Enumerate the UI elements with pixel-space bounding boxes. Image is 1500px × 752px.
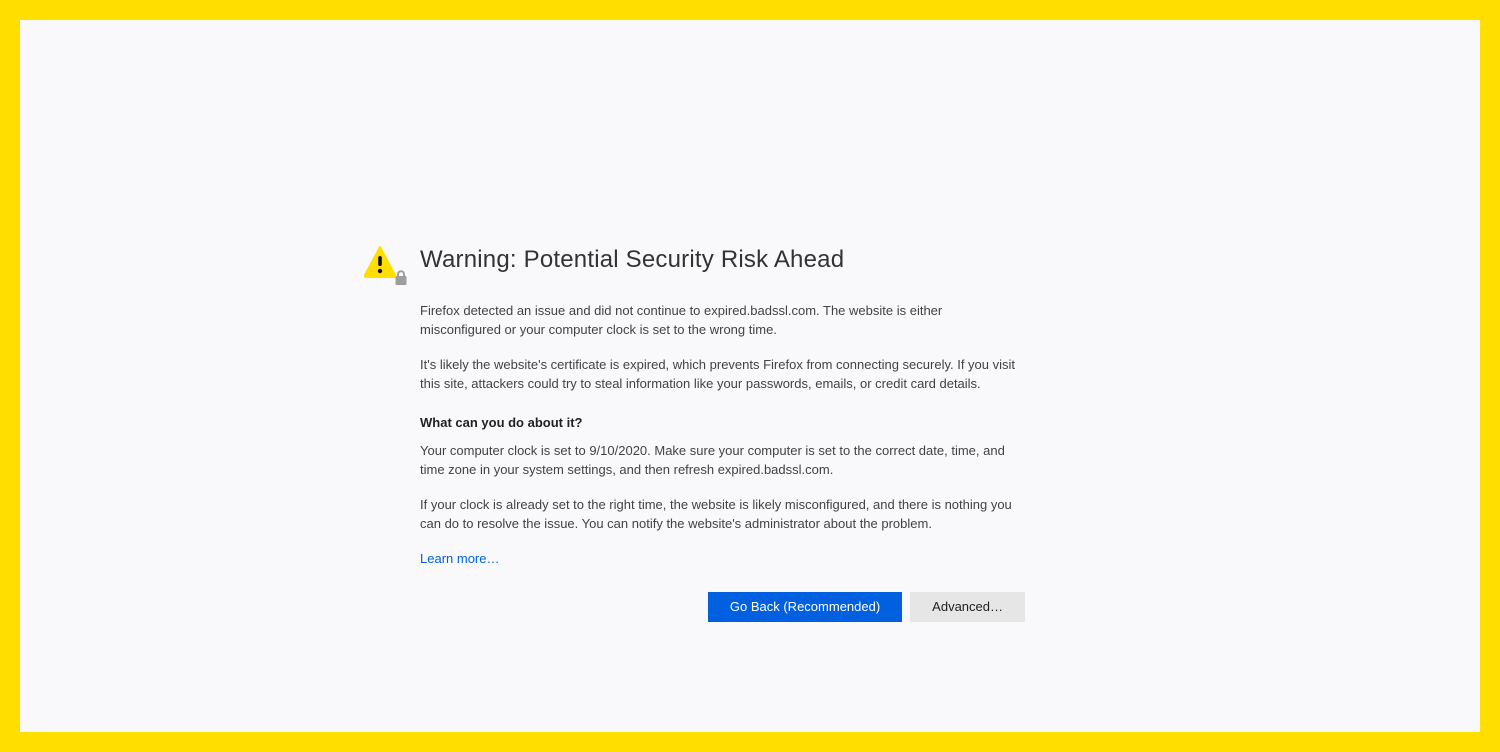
- button-row: Go Back (Recommended) Advanced…: [420, 592, 1025, 622]
- learn-more-link[interactable]: Learn more…: [420, 551, 499, 566]
- intro-paragraph-1: Firefox detected an issue and did not co…: [420, 302, 1020, 340]
- warning-triangle-icon: [362, 244, 398, 280]
- help-paragraph-2: If your clock is already set to the righ…: [420, 496, 1020, 534]
- advanced-button[interactable]: Advanced…: [910, 592, 1025, 622]
- intro-paragraph-2: It's likely the website's certificate is…: [420, 356, 1020, 394]
- page-title: Warning: Potential Security Risk Ahead: [420, 246, 1080, 274]
- help-paragraph-1: Your computer clock is set to 9/10/2020.…: [420, 442, 1020, 480]
- help-sub-heading: What can you do about it?: [420, 415, 1080, 430]
- error-container: Warning: Potential Security Risk Ahead F…: [420, 244, 1080, 732]
- page-background: Warning: Potential Security Risk Ahead F…: [20, 20, 1480, 732]
- go-back-button[interactable]: Go Back (Recommended): [708, 592, 902, 622]
- lock-icon: [394, 270, 408, 286]
- warning-icon-group: [362, 244, 402, 284]
